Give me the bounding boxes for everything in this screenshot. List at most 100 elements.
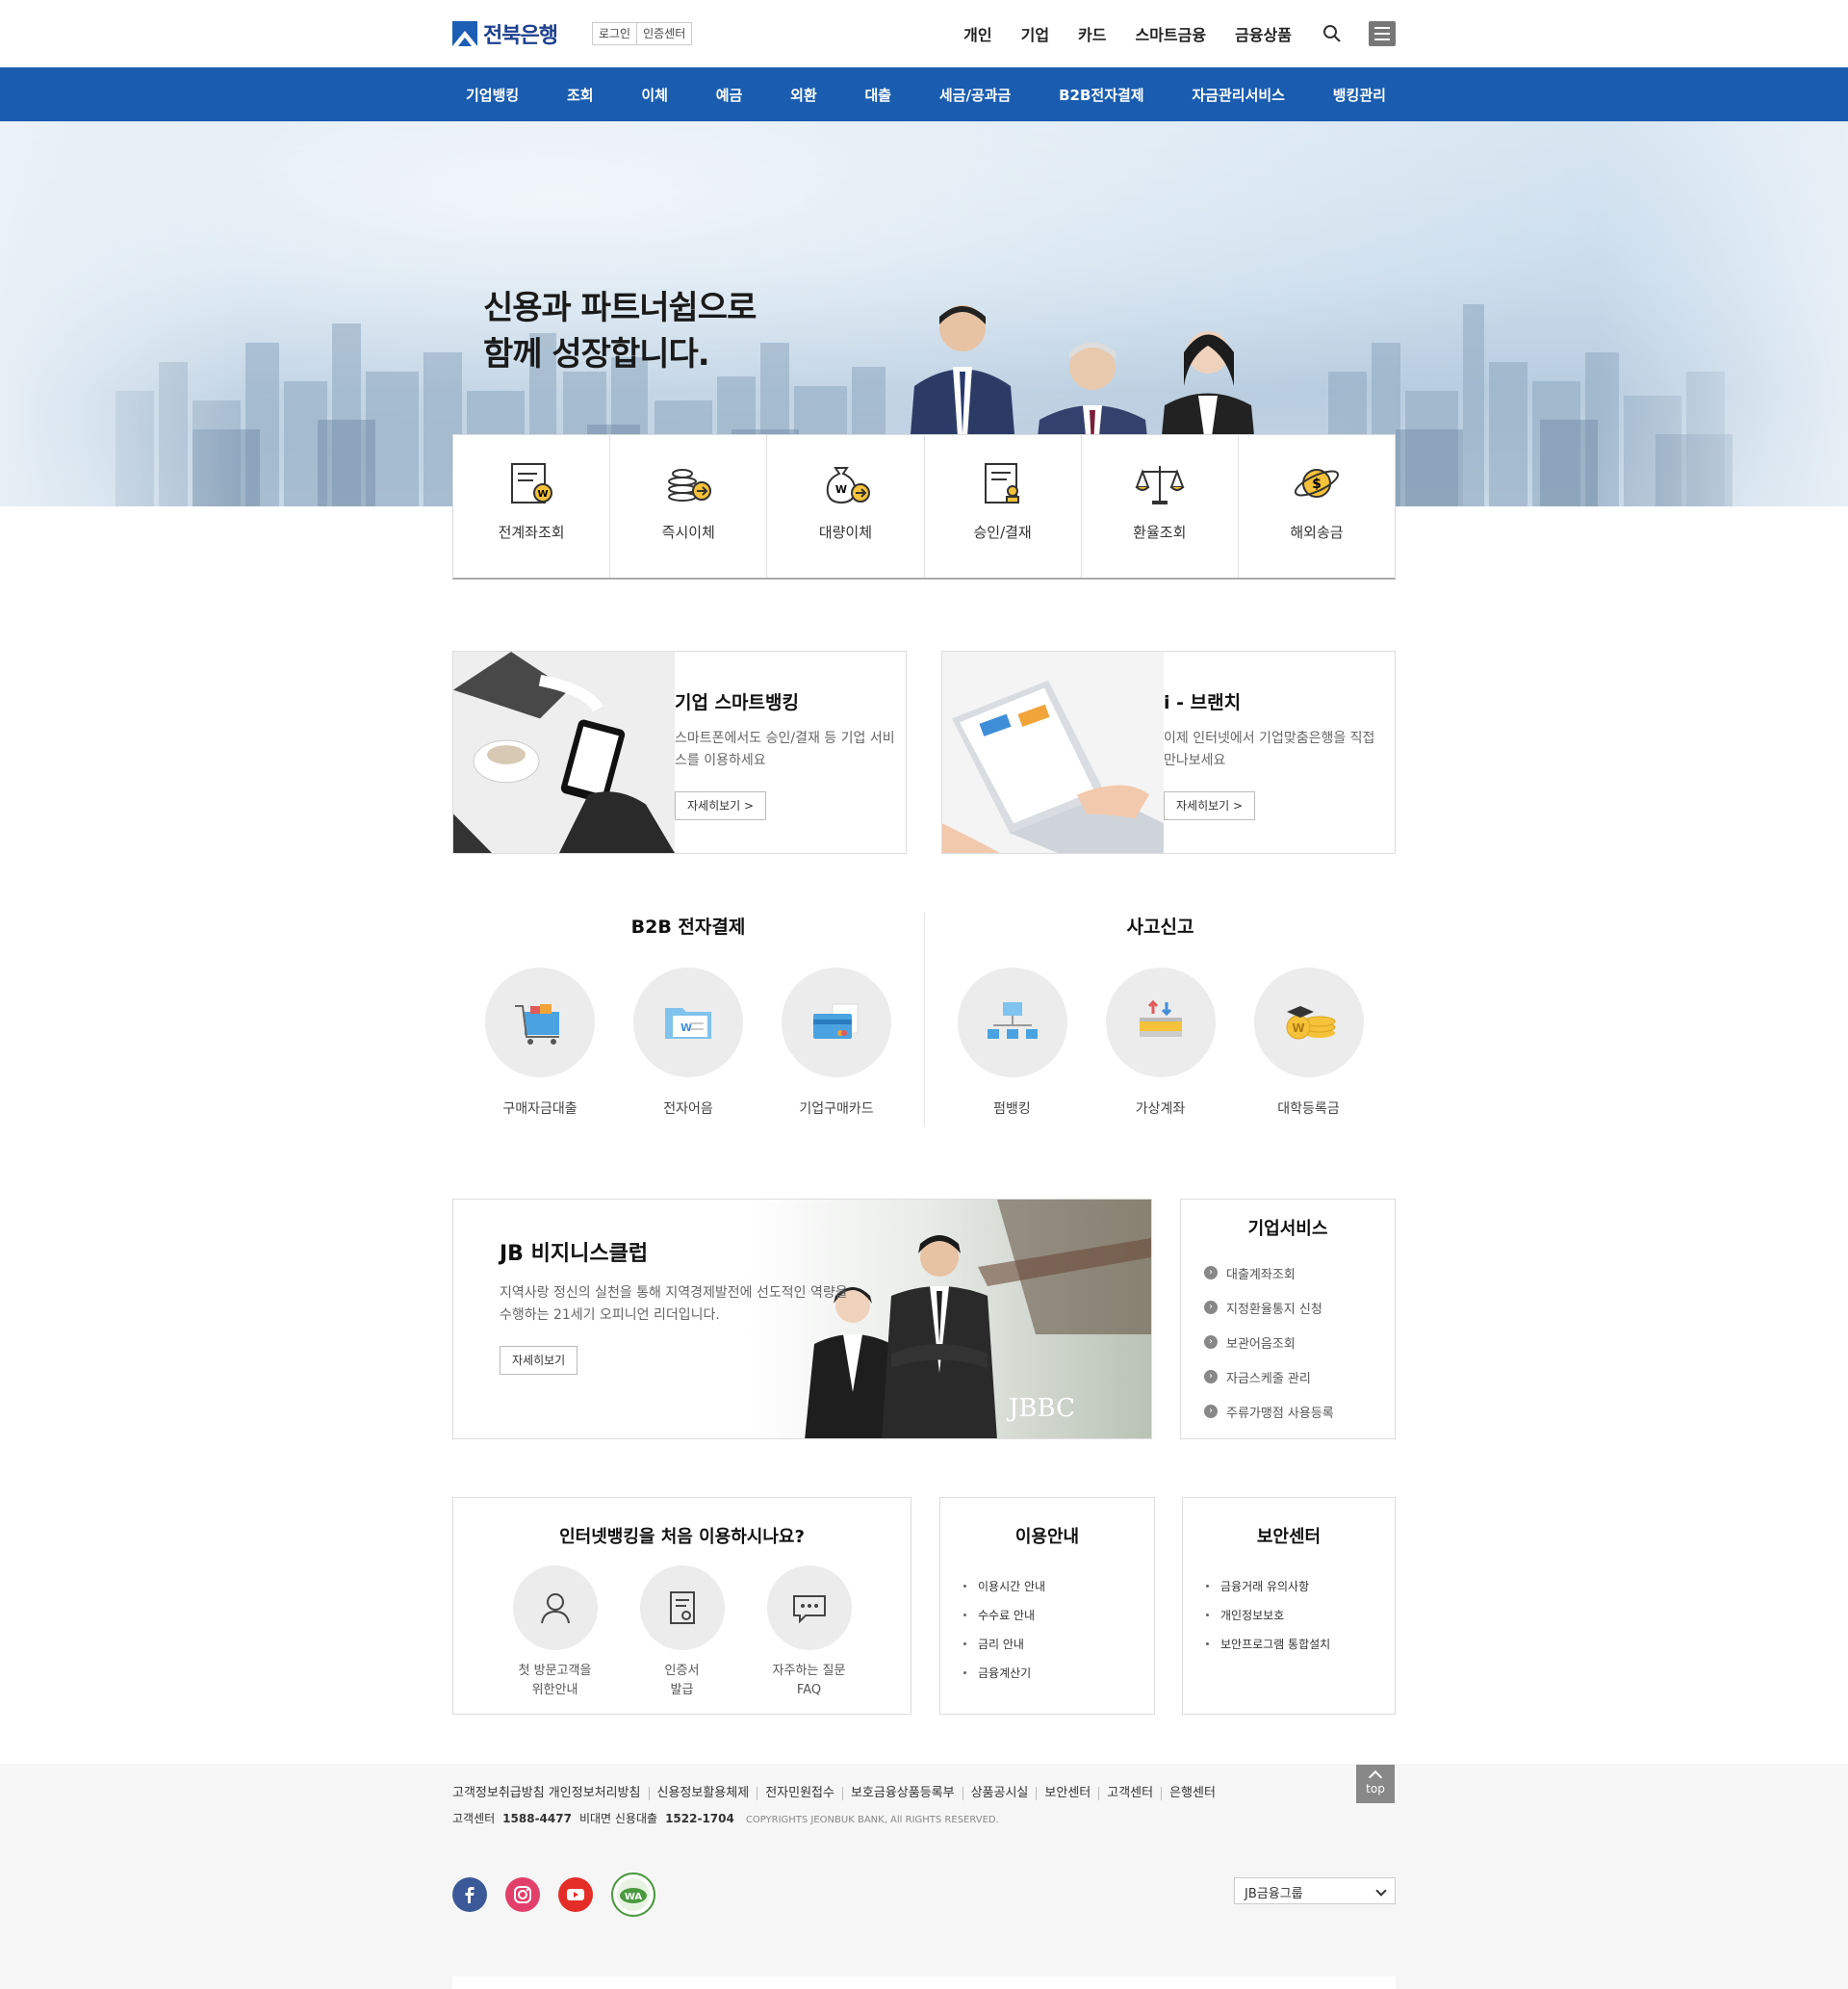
quick-instant-transfer[interactable]: 즉시이체 [609, 435, 766, 578]
service-label: 대학등록금 [1277, 1101, 1340, 1117]
list-item[interactable]: › 보관어음조회 [1204, 1325, 1395, 1359]
list-item-label: 주류가맹점 사용등록 [1226, 1406, 1334, 1421]
certificate-issue[interactable]: 인증서 발급 [639, 1565, 725, 1700]
quick-approval[interactable]: 승인/결재 [923, 435, 1081, 578]
footer-link[interactable]: 은행센터 [1161, 1787, 1223, 1800]
svg-text:$: $ [1312, 477, 1322, 492]
quick-overseas-remittance[interactable]: $ 해외송금 [1237, 435, 1395, 578]
list-item-label: 금융거래 유의사항 [1220, 1579, 1310, 1593]
scroll-top-button[interactable]: top [1356, 1765, 1395, 1803]
accident-report-section: 사고신고 펌뱅킹 가상계좌 W 대학등록금 [924, 913, 1396, 1126]
list-item[interactable]: 개인정보보호 [1206, 1600, 1395, 1629]
list-item[interactable]: › 지정환율통지 신청 [1204, 1290, 1395, 1325]
facebook-icon[interactable] [452, 1877, 487, 1912]
nav-foreign-exchange[interactable]: 외환 [790, 85, 817, 105]
gnb-personal[interactable]: 개인 [963, 22, 991, 45]
bank-logo[interactable]: 전북은행 [452, 18, 558, 49]
nav-b2b-payment[interactable]: B2B전자결제 [1059, 85, 1144, 105]
nav-loan[interactable]: 대출 [864, 85, 891, 105]
chat-bubble-icon [792, 1595, 826, 1624]
quick-bulk-transfer[interactable]: W 대량이체 [766, 435, 923, 578]
list-item[interactable]: › 대출계좌조회 [1204, 1255, 1395, 1290]
certificate-icon [669, 1591, 695, 1624]
gnb-business[interactable]: 기업 [1021, 22, 1049, 45]
business-services-title: 기업서비스 [1247, 1219, 1328, 1239]
copyright: COPYRIGHTS JEONBUK BANK, All RIGHTS RESE… [745, 1815, 999, 1825]
list-item[interactable]: 수수료 안내 [963, 1600, 1154, 1629]
nav-transfer[interactable]: 이체 [641, 85, 668, 105]
footer-link[interactable]: 상품공시실 [962, 1787, 1037, 1800]
security-center-box: 보안센터 금융거래 유의사항 개인정보보호 보안프로그램 통합설치 [1182, 1497, 1396, 1715]
svg-text:W: W [835, 483, 847, 496]
footer-link[interactable]: 보호금융상품등록부 [841, 1787, 962, 1800]
list-item[interactable]: › 주류가맹점 사용등록 [1204, 1394, 1395, 1429]
jb-business-club-banner[interactable]: JBBC JB 비지니스클럽 지역사랑 정신의 실천을 통해 지역경제발전에 선… [452, 1199, 1152, 1439]
nav-tax[interactable]: 세금/공과금 [939, 85, 1011, 105]
service-label: 전자어음 [663, 1101, 713, 1117]
header: 전북은행 로그인 인증센터 개인 기업 카드 스마트금융 금융상품 [0, 0, 1848, 67]
planet-dollar-icon: $ [1294, 469, 1339, 498]
faq[interactable]: 자주하는 질문 FAQ [766, 1565, 852, 1700]
quick-menu: W 전계좌조회 즉시이체 W 대량이체 승인/결재 환율조회 $ 해외송금 [452, 434, 1396, 580]
footer-link[interactable]: 보안센터 [1036, 1787, 1098, 1800]
service-label: 펌뱅킹 [993, 1101, 1031, 1117]
i-branch-card[interactable]: i - 브랜치 이제 인터넷에서 기업맞춤은행을 직접 만나보세요 자세히보기 … [941, 651, 1396, 854]
cert-center-link[interactable]: 인증센터 [636, 23, 691, 44]
quick-label: 해외송금 [1290, 524, 1344, 541]
list-item[interactable]: 금융거래 유의사항 [1206, 1571, 1395, 1600]
nav-banking-management[interactable]: 뱅킹관리 [1333, 85, 1386, 105]
details-button[interactable]: 자세히보기 > [1164, 791, 1256, 820]
gnb-smart-finance[interactable]: 스마트금융 [1136, 22, 1207, 45]
b2b-electronic-bill[interactable]: W 전자어음 [633, 968, 743, 1118]
details-button[interactable]: 자세히보기 > [675, 791, 767, 820]
report-tuition[interactable]: W 대학등록금 [1253, 968, 1364, 1118]
login-link[interactable]: 로그인 [593, 23, 636, 44]
chevron-right-icon: › [1204, 1335, 1218, 1349]
nav-deposit[interactable]: 예금 [716, 85, 743, 105]
report-firm-banking[interactable]: 펌뱅킹 [957, 968, 1067, 1118]
gnb-products[interactable]: 금융상품 [1235, 22, 1292, 45]
list-item[interactable]: 금리 안내 [963, 1629, 1154, 1658]
instagram-icon[interactable] [505, 1877, 540, 1912]
b2b-purchase-card[interactable]: 기업구매카드 [782, 968, 891, 1118]
family-site-select[interactable]: JB금융그룹 [1234, 1877, 1396, 1904]
hamburger-menu-icon[interactable] [1369, 21, 1396, 46]
hero-fade-left [0, 121, 250, 506]
list-item-label: 이용시간 안내 [978, 1579, 1046, 1593]
footer-link[interactable]: 전자민원접수 [757, 1787, 842, 1800]
search-icon[interactable] [1321, 22, 1344, 45]
list-item[interactable]: 이용시간 안내 [963, 1571, 1154, 1600]
list-item-label: 보관어음조회 [1226, 1336, 1296, 1352]
card-body: i - 브랜치 이제 인터넷에서 기업맞춤은행을 직접 만나보세요 자세히보기 … [1164, 652, 1395, 820]
list-item[interactable]: 보안프로그램 통합설치 [1206, 1629, 1395, 1658]
footer-link[interactable]: 고객센터 [1098, 1787, 1161, 1800]
list-item[interactable]: 금융계산기 [963, 1658, 1154, 1687]
nav-cash-management[interactable]: 자금관리서비스 [1192, 85, 1285, 105]
club-details-button[interactable]: 자세히보기 [500, 1346, 578, 1375]
list-item-label: 금융계산기 [978, 1666, 1032, 1680]
quick-all-accounts[interactable]: W 전계좌조회 [453, 435, 609, 578]
business-services-list: › 대출계좌조회 › 지정환율통지 신청 › 보관어음조회 › 자금스케줄 관리 › 주류… [1204, 1255, 1395, 1429]
list-item[interactable]: › 자금스케줄 관리 [1204, 1359, 1395, 1394]
card-title: i - 브랜치 [1164, 692, 1242, 713]
credit-card-icon [813, 1003, 859, 1039]
fu-line-1: 인증서 [664, 1664, 700, 1678]
chevron-right-icon: › [1204, 1405, 1218, 1418]
footer-link[interactable]: 고객정보취급방침 개인정보처리방침 [452, 1787, 649, 1800]
list-item-label: 보안프로그램 통합설치 [1220, 1637, 1331, 1651]
report-virtual-account[interactable]: 가상계좌 [1105, 968, 1216, 1118]
nav-corporate-banking[interactable]: 기업뱅킹 [466, 85, 519, 105]
list-item-label: 대출계좌조회 [1226, 1267, 1296, 1282]
smart-banking-card[interactable]: 기업 스마트뱅킹 스마트폰에서도 승인/결재 등 기업 서비스를 이용하세요 자… [452, 651, 907, 854]
footer-link[interactable]: 신용정보활용체제 [648, 1787, 757, 1800]
quick-label: 환율조회 [1133, 524, 1187, 541]
nav-inquiry[interactable]: 조회 [567, 85, 594, 105]
wa-mark-text: WA [625, 1892, 643, 1902]
first-visitor-guide[interactable]: 첫 방문고객을 위한안내 [512, 1565, 598, 1700]
document-won-icon: W [511, 463, 553, 504]
youtube-icon[interactable] [558, 1877, 593, 1912]
service-label: 구매자금대출 [502, 1101, 578, 1117]
quick-exchange-rate[interactable]: 환율조회 [1080, 435, 1238, 578]
gnb-card[interactable]: 카드 [1078, 22, 1106, 45]
b2b-purchase-loan[interactable]: 구매자금대출 [485, 968, 595, 1118]
